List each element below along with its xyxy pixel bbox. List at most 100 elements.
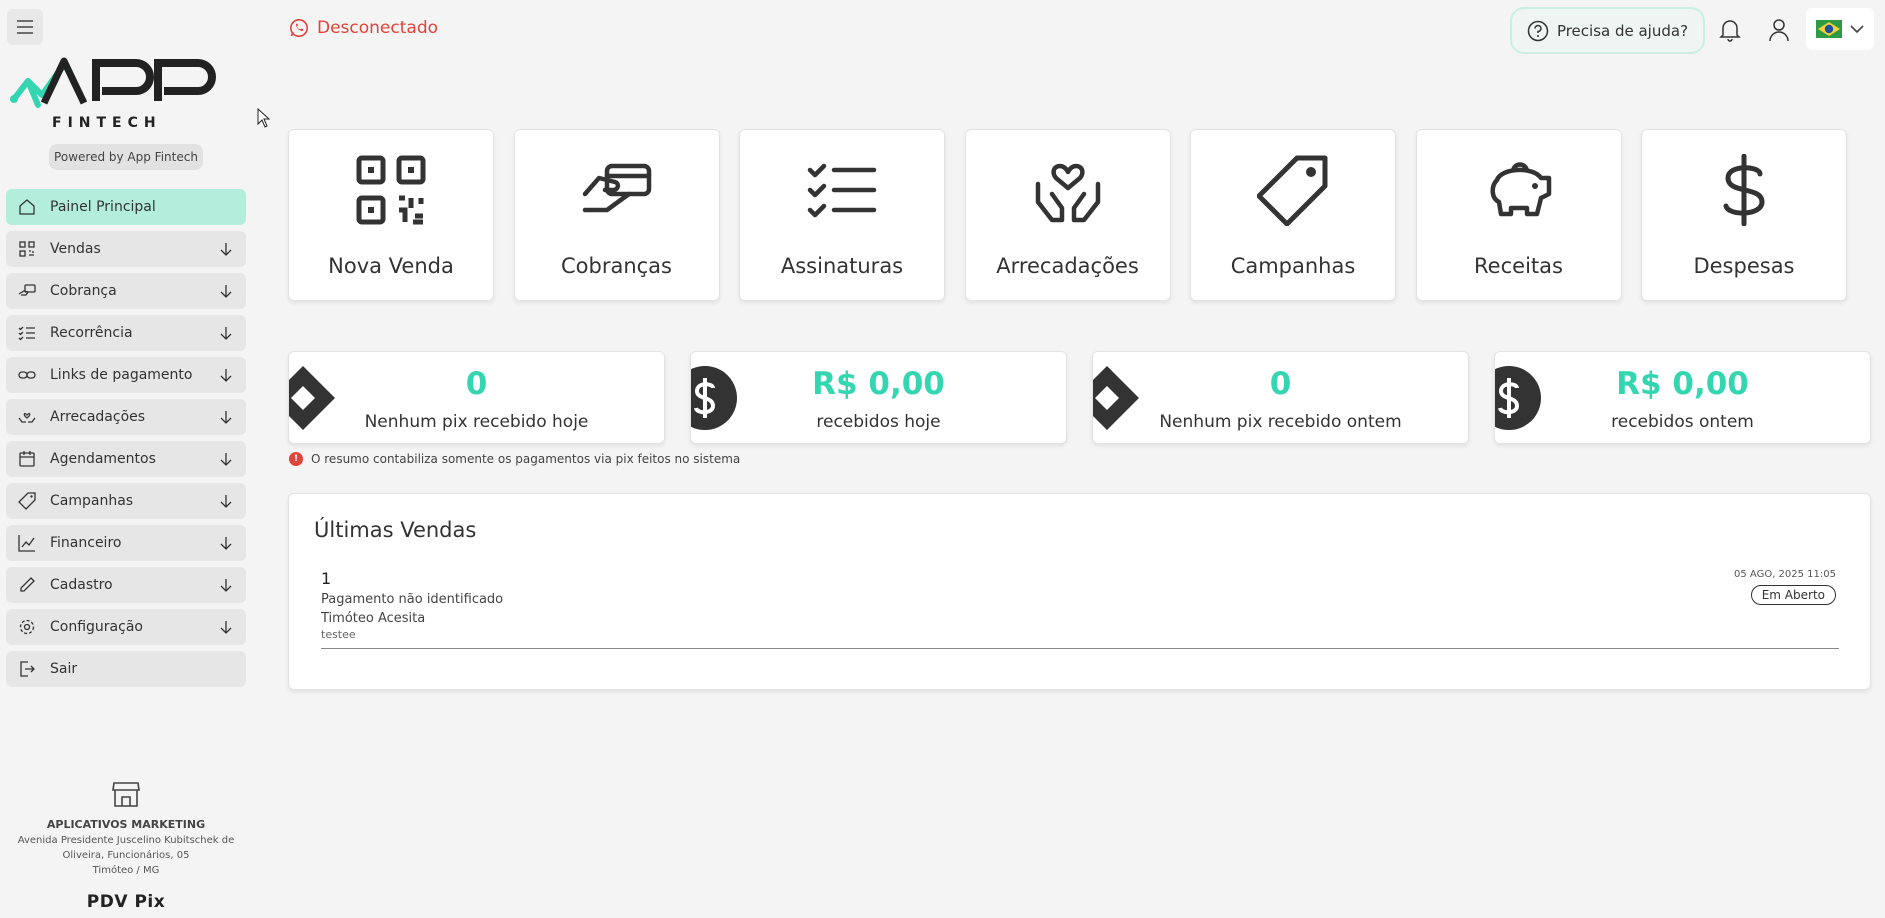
- whatsapp-icon: [290, 19, 308, 37]
- tile-assinaturas[interactable]: Assinaturas: [739, 129, 945, 301]
- address-line: Oliveira, Funcionários, 05: [62, 850, 190, 861]
- tile-cobrancas[interactable]: Cobranças: [513, 129, 720, 301]
- sidebar-item-arrecadacoes[interactable]: Arrecadações: [6, 399, 246, 435]
- pix-summary: 0 Nenhum pix recebido hoje R$ 0,00 receb…: [288, 351, 1871, 444]
- piggy-bank-icon: [1490, 162, 1551, 217]
- sidebar-item-label: Cobrança: [50, 283, 117, 299]
- summary-note: ! O resumo contabiliza somente os pagame…: [289, 452, 740, 466]
- sidebar-item-recorrencia[interactable]: Recorrência: [6, 315, 246, 351]
- tile-despesas[interactable]: Despesas: [1641, 129, 1847, 301]
- stat-value: 0: [465, 366, 488, 402]
- checklist-icon: [18, 324, 36, 342]
- stat-card: R$ 0,00 recebidos ontem: [1494, 351, 1871, 444]
- sidebar-item-label: Financeiro: [50, 535, 122, 551]
- sidebar-item-agendamentos[interactable]: Agendamentos: [6, 441, 246, 477]
- hamburger-icon: [17, 20, 33, 34]
- quick-actions: Nova Venda Cobranças Assinaturas Arrecad…: [288, 129, 1867, 301]
- sidebar-item-label: Sair: [50, 661, 78, 677]
- sidebar-item-label: Cadastro: [50, 577, 113, 593]
- company-name: APLICATIVOS MARKETING: [46, 818, 206, 831]
- sidebar-item-label: Vendas: [50, 241, 101, 257]
- stat-label: recebidos hoje: [816, 412, 941, 432]
- arrow-down-icon: [220, 579, 232, 592]
- arrow-down-icon: [220, 495, 232, 508]
- connection-status-text: Desconectado: [317, 18, 439, 38]
- summary-note-text: O resumo contabiliza somente os pagament…: [311, 452, 741, 466]
- sidebar-item-configuracao[interactable]: Configuração: [6, 609, 246, 645]
- app-fintech-logo: FINTECH: [10, 57, 216, 131]
- sale-row[interactable]: 1 Pagamento não identificado Timóteo Ace…: [321, 569, 1839, 649]
- sidebar-menu: Painel Principal Vendas Cobrança Recorrê…: [6, 189, 246, 693]
- user-icon[interactable]: [1767, 17, 1791, 43]
- sale-id: 1: [321, 569, 332, 588]
- qrcode-icon: [356, 155, 426, 225]
- company-info: APLICATIVOS MARKETING Avenida Presidente…: [6, 780, 246, 912]
- stat-label: Nenhum pix recebido hoje: [364, 412, 589, 432]
- qrcode-icon: [18, 240, 36, 258]
- stat-card: R$ 0,00 recebidos hoje: [690, 351, 1067, 444]
- chart-line-icon: [18, 534, 36, 552]
- store-icon: [112, 782, 140, 807]
- arrow-down-icon: [220, 369, 232, 382]
- sidebar-item-links-de-pagamento[interactable]: Links de pagamento: [6, 357, 246, 393]
- stat-card: 0 Nenhum pix recebido hoje: [288, 351, 665, 444]
- sale-note: testee: [321, 628, 356, 641]
- tile-campanhas[interactable]: Campanhas: [1190, 129, 1396, 301]
- tag-icon: [18, 492, 36, 510]
- pencil-icon: [18, 576, 36, 594]
- sidebar-item-label: Recorrência: [50, 325, 133, 341]
- stat-value: R$ 0,00: [1616, 366, 1749, 402]
- mouse-cursor-icon: [257, 108, 271, 128]
- tile-label: Cobranças: [560, 254, 672, 278]
- sidebar-item-cadastro[interactable]: Cadastro: [6, 567, 246, 603]
- tile-nova-venda[interactable]: Nova Venda: [288, 129, 494, 301]
- sidebar-item-label: Agendamentos: [50, 451, 156, 467]
- arrow-down-icon: [220, 537, 232, 550]
- sidebar-item-financeiro[interactable]: Financeiro: [6, 525, 246, 561]
- sidebar-item-vendas[interactable]: Vendas: [6, 231, 246, 267]
- info-icon: !: [289, 452, 303, 466]
- svg-text:FINTECH: FINTECH: [52, 115, 162, 131]
- help-button[interactable]: Precisa de ajuda?: [1510, 7, 1705, 54]
- hand-card-icon: [18, 282, 36, 300]
- sidebar-item-label: Configuração: [50, 619, 143, 635]
- arrow-down-icon: [220, 411, 232, 424]
- language-selector[interactable]: [1806, 8, 1874, 50]
- arrow-down-icon: [220, 285, 232, 298]
- sidebar: FINTECH Powered by App Fintech Painel Pr…: [0, 0, 252, 918]
- chevron-down-icon: [1850, 25, 1864, 34]
- calendar-icon: [18, 450, 36, 468]
- tile-label: Arrecadações: [996, 254, 1139, 278]
- sidebar-item-sair[interactable]: Sair: [6, 651, 246, 687]
- company-address: Avenida Presidente Juscelino Kubitschek …: [6, 833, 246, 878]
- address-line: Avenida Presidente Juscelino Kubitschek …: [17, 835, 235, 846]
- sidebar-item-label: Links de pagamento: [50, 367, 193, 383]
- tile-label: Receitas: [1474, 254, 1563, 278]
- question-icon: [1527, 20, 1549, 41]
- sale-customer: Timóteo Acesita: [321, 611, 426, 626]
- bell-icon[interactable]: [1718, 17, 1742, 43]
- latest-sales-panel: Últimas Vendas 1 Pagamento não identific…: [288, 493, 1871, 690]
- sidebar-item-cobranca[interactable]: Cobrança: [6, 273, 246, 309]
- link-icon: [18, 366, 36, 384]
- tile-label: Campanhas: [1230, 254, 1356, 278]
- panel-title: Últimas Vendas: [314, 518, 477, 542]
- stat-label: Nenhum pix recebido ontem: [1159, 412, 1402, 432]
- sidebar-item-label: Campanhas: [50, 493, 134, 509]
- arrow-down-icon: [220, 621, 232, 634]
- stat-value: R$ 0,00: [812, 366, 945, 402]
- donation-icon: [18, 408, 36, 426]
- tile-label: Nova Venda: [328, 254, 454, 278]
- tile-arrecadacoes[interactable]: Arrecadações: [964, 129, 1171, 301]
- sidebar-item-label: Arrecadações: [50, 409, 146, 425]
- menu-toggle-button[interactable]: [7, 9, 43, 45]
- product-name: PDV Pix: [86, 892, 166, 912]
- stat-card: 0 Nenhum pix recebido ontem: [1092, 351, 1469, 444]
- arrow-down-icon: [220, 453, 232, 466]
- sale-description: Pagamento não identificado: [321, 592, 504, 607]
- tile-receitas[interactable]: Receitas: [1415, 129, 1622, 301]
- stat-label: recebidos ontem: [1611, 412, 1754, 432]
- dollar-icon: [1723, 154, 1765, 226]
- sidebar-item-painel-principal[interactable]: Painel Principal: [6, 189, 246, 225]
- sidebar-item-campanhas[interactable]: Campanhas: [6, 483, 246, 519]
